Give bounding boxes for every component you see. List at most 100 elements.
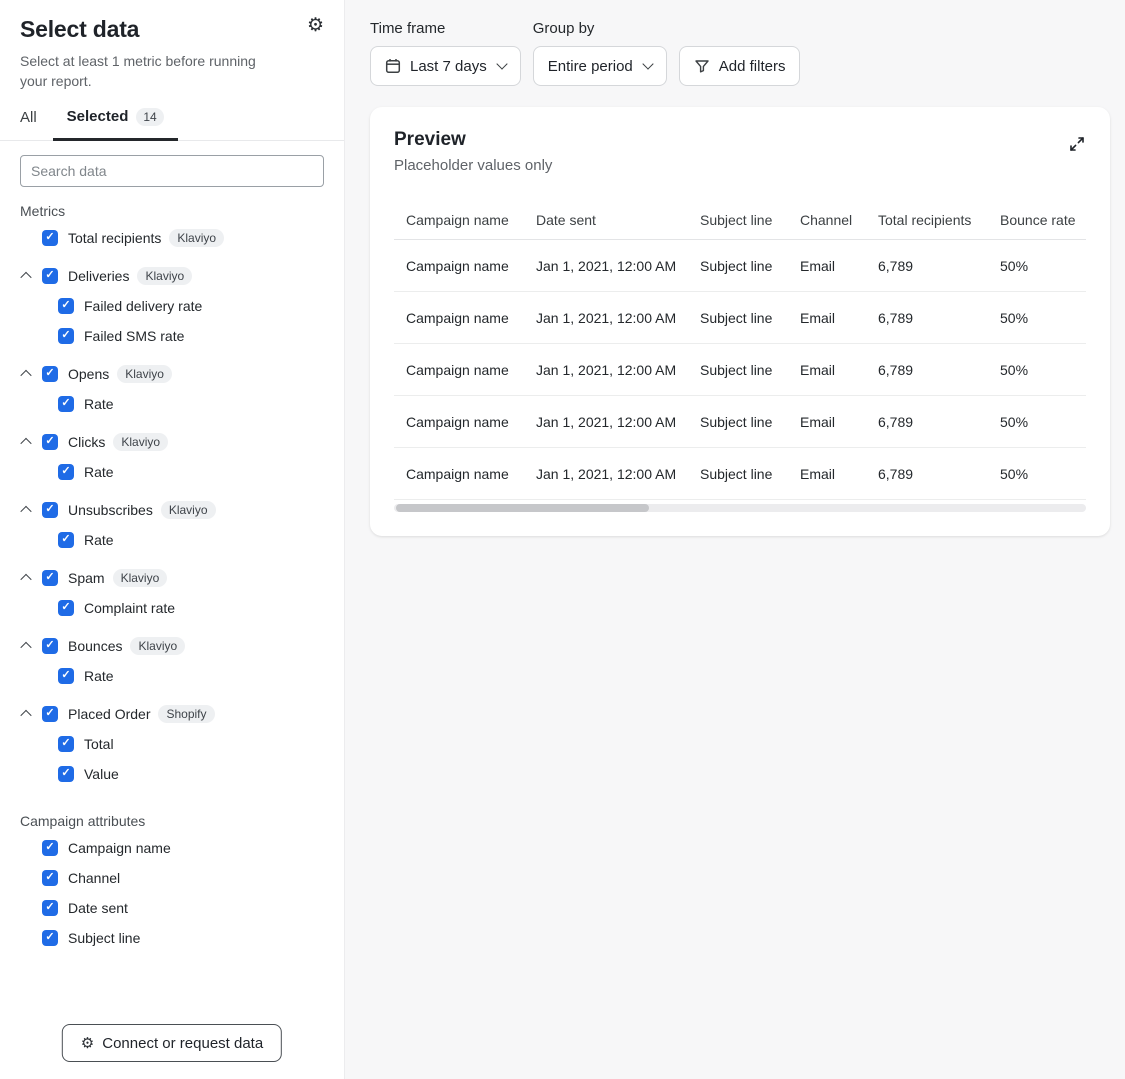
expand-icon[interactable] — [1068, 135, 1086, 158]
table-cell: Jan 1, 2021, 12:00 AM — [536, 414, 700, 430]
add-filters-button[interactable]: Add filters — [679, 46, 801, 86]
table-cell: Campaign name — [406, 362, 536, 378]
checkbox[interactable] — [58, 328, 74, 344]
selected-count-badge: 14 — [136, 108, 163, 126]
gear-icon: ⚙ — [81, 1036, 94, 1051]
checkbox[interactable] — [42, 268, 58, 284]
metric-label: Unsubscribes — [68, 502, 153, 518]
table-body: Campaign nameJan 1, 2021, 12:00 AMSubjec… — [394, 240, 1086, 500]
checkbox[interactable] — [42, 930, 58, 946]
source-badge: Klaviyo — [169, 229, 224, 247]
metric-child-row: Rate — [0, 525, 344, 555]
metric-row: SpamKlaviyo — [0, 563, 344, 593]
time-frame-value: Last 7 days — [410, 58, 487, 75]
metric-label: Opens — [68, 366, 109, 382]
metric-row: OpensKlaviyo — [0, 359, 344, 389]
metric-child-row: Complaint rate — [0, 593, 344, 623]
connect-data-button[interactable]: ⚙ Connect or request data — [62, 1024, 282, 1062]
chevron-up-icon[interactable] — [20, 642, 42, 650]
search-input[interactable] — [20, 155, 324, 187]
checkbox[interactable] — [58, 532, 74, 548]
checkbox[interactable] — [58, 464, 74, 480]
attribute-label: Subject line — [68, 930, 140, 946]
metric-label: Total recipients — [68, 230, 161, 246]
group-by-select[interactable]: Entire period — [533, 46, 667, 86]
table-cell: Jan 1, 2021, 12:00 AM — [536, 362, 700, 378]
select-data-panel: Select data ⚙ Select at least 1 metric b… — [0, 0, 345, 1079]
attribute-row: Channel — [0, 863, 344, 893]
checkbox[interactable] — [58, 298, 74, 314]
table-cell: 6,789 — [878, 362, 1000, 378]
metric-label: Rate — [84, 532, 114, 548]
preview-table: Campaign nameDate sentSubject lineChanne… — [394, 200, 1086, 512]
connect-data-label: Connect or request data — [102, 1035, 263, 1052]
metric-label: Bounces — [68, 638, 122, 654]
table-row: Campaign nameJan 1, 2021, 12:00 AMSubjec… — [394, 448, 1086, 500]
metric-row: ClicksKlaviyo — [0, 427, 344, 457]
time-frame-select[interactable]: Last 7 days — [370, 46, 521, 86]
checkbox[interactable] — [58, 668, 74, 684]
chevron-up-icon[interactable] — [20, 272, 42, 280]
checkbox[interactable] — [42, 434, 58, 450]
table-cell: Email — [800, 414, 878, 430]
checkbox[interactable] — [42, 230, 58, 246]
table-cell: Campaign name — [406, 258, 536, 274]
horizontal-scrollbar[interactable] — [394, 504, 1086, 512]
chevron-up-icon[interactable] — [20, 574, 42, 582]
spacer-label — [679, 20, 801, 38]
source-badge: Shopify — [158, 705, 214, 723]
attribute-label: Date sent — [68, 900, 128, 916]
chevron-up-icon[interactable] — [20, 710, 42, 718]
metric-child-row: Rate — [0, 457, 344, 487]
tab-bar: All Selected14 — [0, 108, 344, 141]
preview-title: Preview — [394, 129, 552, 151]
scrollbar-thumb[interactable] — [396, 504, 649, 512]
checkbox[interactable] — [42, 570, 58, 586]
settings-gear-icon[interactable]: ⚙ — [307, 16, 324, 35]
checkbox[interactable] — [42, 638, 58, 654]
table-row: Campaign nameJan 1, 2021, 12:00 AMSubjec… — [394, 396, 1086, 448]
filter-funnel-icon — [694, 58, 710, 74]
column-header: Campaign name — [406, 212, 536, 228]
metric-child-row: Total — [0, 729, 344, 759]
checkbox[interactable] — [42, 900, 58, 916]
checkbox[interactable] — [42, 706, 58, 722]
table-cell: Jan 1, 2021, 12:00 AM — [536, 310, 700, 326]
checkbox[interactable] — [58, 766, 74, 782]
column-header: Bounce rate — [1000, 212, 1086, 228]
table-cell: 6,789 — [878, 310, 1000, 326]
calendar-icon — [385, 58, 401, 74]
chevron-up-icon[interactable] — [20, 438, 42, 446]
table-cell: 50% — [1000, 466, 1086, 482]
checkbox[interactable] — [58, 396, 74, 412]
toolbar: Time frame Last 7 days Group by Entire p… — [370, 20, 1110, 86]
metric-row: Placed OrderShopify — [0, 699, 344, 729]
checkbox[interactable] — [42, 840, 58, 856]
tab-all[interactable]: All — [20, 109, 37, 141]
chevron-down-icon — [496, 58, 507, 69]
chevron-up-icon[interactable] — [20, 370, 42, 378]
table-cell: Campaign name — [406, 310, 536, 326]
metric-child-row: Value — [0, 759, 344, 789]
metric-label: Deliveries — [68, 268, 129, 284]
chevron-up-icon[interactable] — [20, 506, 42, 514]
metric-row: Bounces Klaviyo — [0, 631, 344, 661]
checkbox[interactable] — [42, 366, 58, 382]
checkbox[interactable] — [58, 600, 74, 616]
report-builder-main: Time frame Last 7 days Group by Entire p… — [345, 0, 1125, 1079]
attribute-row: Date sent — [0, 893, 344, 923]
metric-child-row: Failed delivery rate — [0, 291, 344, 321]
checkbox[interactable] — [42, 870, 58, 886]
attribute-row: Campaign name — [0, 833, 344, 863]
panel-header: Select data ⚙ Select at least 1 metric b… — [0, 0, 344, 141]
metric-label: Rate — [84, 396, 114, 412]
table-cell: Campaign name — [406, 414, 536, 430]
table-cell: 50% — [1000, 310, 1086, 326]
metric-row: UnsubscribesKlaviyo — [0, 495, 344, 525]
table-cell: Jan 1, 2021, 12:00 AM — [536, 258, 700, 274]
checkbox[interactable] — [58, 736, 74, 752]
checkbox[interactable] — [42, 502, 58, 518]
table-cell: Campaign name — [406, 466, 536, 482]
tab-selected[interactable]: Selected14 — [53, 108, 178, 141]
source-badge: Klaviyo — [130, 637, 185, 655]
